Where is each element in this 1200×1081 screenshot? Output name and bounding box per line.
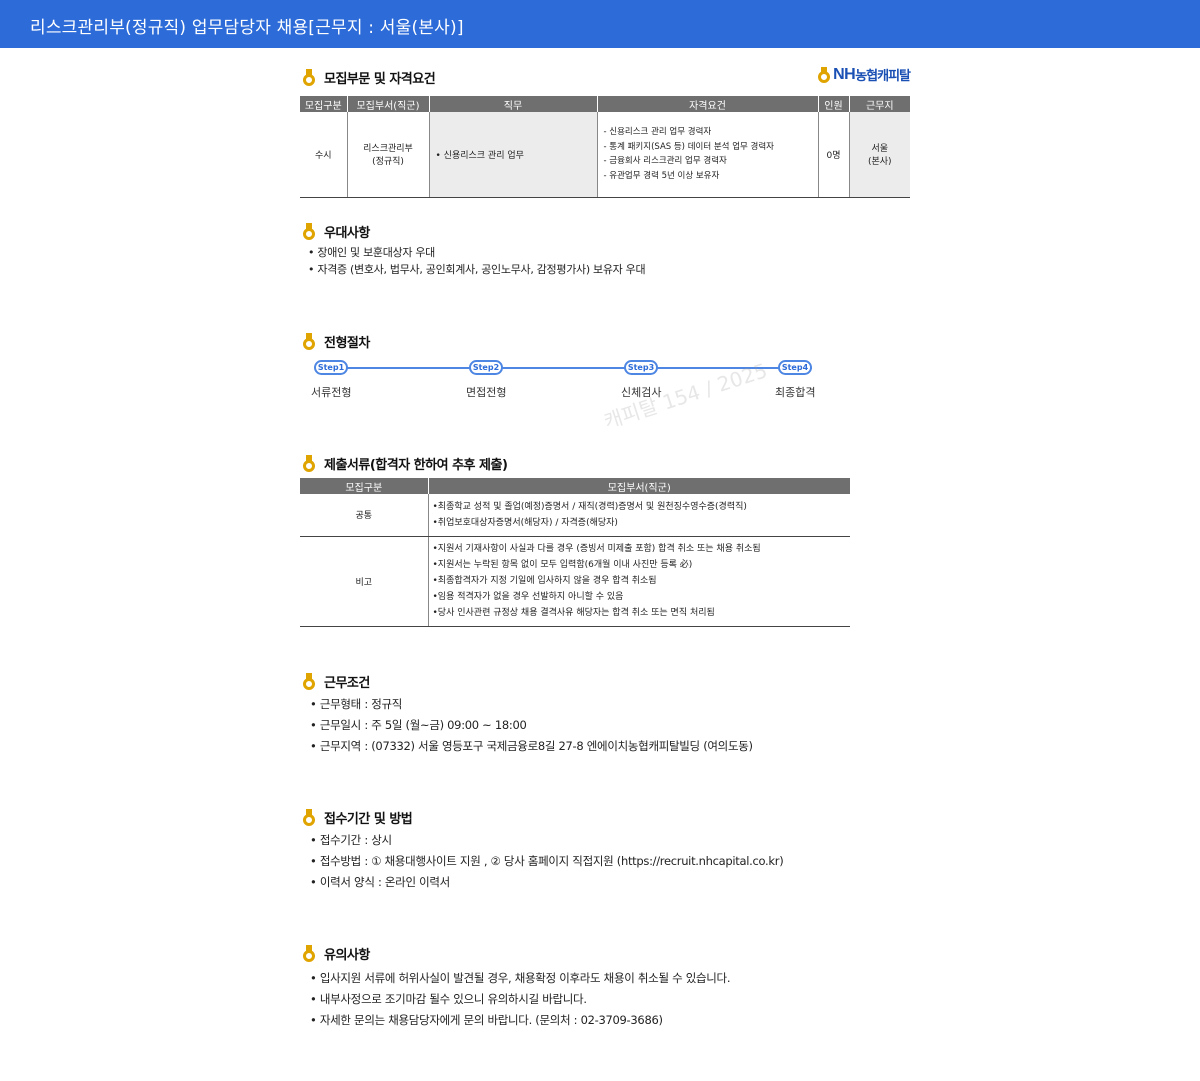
list-item: 근무일시 : 주 5일 (월~금) 09:00 ~ 18:00 (310, 715, 753, 736)
list-item: 근무형태 : 정규직 (310, 694, 753, 715)
medal-icon (302, 454, 316, 473)
section-notes-heading: 유의사항 (302, 944, 370, 963)
step-4: Step4 최종합격 (775, 360, 815, 399)
step-2: Step2 면접전형 (466, 360, 506, 399)
section-conditions-heading: 근무조건 (302, 672, 370, 691)
medal-icon (302, 944, 316, 963)
company-logo: NH 농협캐피탈 (818, 65, 911, 84)
list-item: 입사지원 서류에 허위사실이 발견될 경우, 채용확정 이후라도 채용이 취소될… (310, 968, 731, 989)
list-item: 장애인 및 보훈대상자 우대 (308, 244, 645, 261)
apply-list: 접수기간 : 상시 접수방법 : ① 채용대행사이트 지원 , ② 당사 홈페이… (310, 830, 784, 893)
table-row: 비고 •지원서 기재사항이 사실과 다를 경우 (증빙서 미제출 포함) 합격 … (300, 536, 850, 627)
step-3: Step3 신체검사 (621, 360, 661, 399)
medal-icon (302, 672, 316, 691)
medal-icon (302, 68, 316, 87)
section-preferred-heading: 우대사항 (302, 222, 370, 241)
table-row: 수시 리스크관리부 (정규직) • 신용리스크 관리 업무 - 신용리스크 관리 … (300, 112, 910, 198)
list-item: 이력서 양식 : 온라인 이력서 (310, 872, 783, 893)
section-process-heading: 전형절차 (302, 332, 370, 351)
medal-icon (302, 332, 316, 351)
notes-list: 입사지원 서류에 허위사실이 발견될 경우, 채용확정 이후라도 채용이 취소될… (310, 968, 731, 1031)
posting-document: 모집부문 및 자격요건 NH 농협캐피탈 모집구분 모집부서(직군) 직무 자격요… (300, 60, 911, 1070)
section-apply-heading: 접수기간 및 방법 (302, 808, 413, 827)
nh-leaf-icon (818, 66, 831, 83)
recruit-table: 모집구분 모집부서(직군) 직무 자격요건 인원 근무지 수시 리스크관리부 (정… (300, 96, 910, 198)
medal-icon (302, 808, 316, 827)
table-row: 공통 •최종학교 성적 및 졸업(예정)증명서 / 재직(경력)증명서 및 원천… (300, 494, 850, 537)
section-documents-heading: 제출서류(합격자 한하여 추후 제출) (302, 454, 508, 473)
job-posting-header: 리스크관리부(정규직) 업무담당자 채용[근무지 : 서울(본사)] (0, 0, 1200, 48)
documents-table: 모집구분 모집부서(직군) 공통 •최종학교 성적 및 졸업(예정)증명서 / … (300, 478, 850, 627)
posting-title: 리스크관리부(정규직) 업무담당자 채용[근무지 : 서울(본사)] (30, 18, 464, 38)
list-item: 자세한 문의는 채용담당자에게 문의 바랍니다. (문의처 : 02-3709-… (310, 1010, 730, 1031)
list-item: 접수기간 : 상시 (310, 830, 783, 851)
section-recruit-heading: 모집부문 및 자격요건 (302, 68, 436, 87)
list-item: 접수방법 : ① 채용대행사이트 지원 , ② 당사 홈페이지 직접지원 (ht… (310, 851, 784, 872)
medal-icon (302, 222, 316, 241)
preferred-list: 장애인 및 보훈대상자 우대 자격증 (변호사, 법무사, 공인회계사, 공인노… (308, 244, 645, 278)
conditions-list: 근무형태 : 정규직 근무일시 : 주 5일 (월~금) 09:00 ~ 18:… (310, 694, 753, 757)
list-item: 자격증 (변호사, 법무사, 공인회계사, 공인노무사, 감정평가사) 보유자 … (308, 261, 645, 278)
list-item: 근무지역 : (07332) 서울 영등포구 국제금융로8길 27-8 엔에이치… (310, 736, 753, 757)
list-item: 내부사정으로 조기마감 될수 있으니 유의하시길 바랍니다. (310, 989, 730, 1010)
step-1: Step1 서류전형 (311, 360, 351, 399)
